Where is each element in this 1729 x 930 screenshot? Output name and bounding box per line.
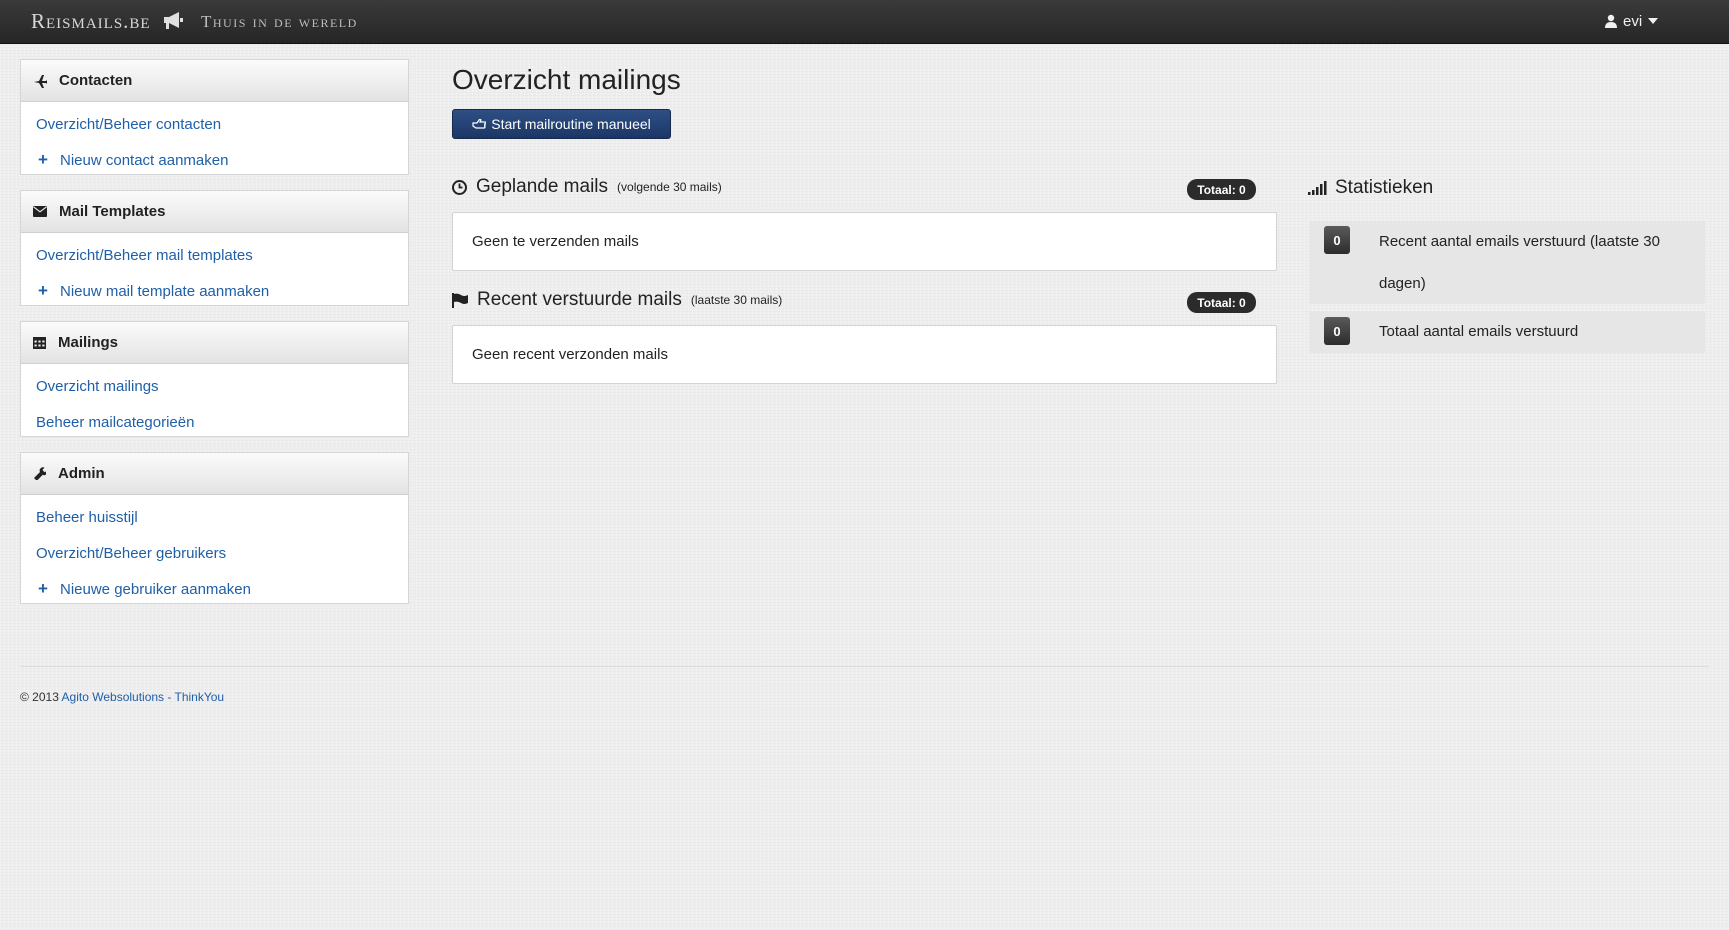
calendar-icon (33, 337, 46, 349)
section-title-text: Recent verstuurde mails (477, 289, 682, 310)
caret-down-icon (1648, 18, 1659, 24)
sidebar-panel-contacten: Contacten Overzicht/Beheer contacten + N… (20, 59, 409, 175)
recent-total-badge: Totaal: 0 (1187, 292, 1256, 313)
link-beheer-huisstijl[interactable]: Beheer huisstijl (21, 499, 408, 535)
stat-row-recent: 0 Recent aantal emails verstuurd (laatst… (1309, 221, 1705, 304)
recent-mails-box: Geen recent verzonden mails (452, 325, 1277, 384)
section-subtitle: (volgende 30 mails) (617, 180, 722, 194)
sidebar-panel-admin: Admin Beheer huisstijl Overzicht/Beheer … (20, 452, 409, 604)
button-label: Start mailroutine manueel (491, 116, 651, 132)
section-title-text: Geplande mails (476, 176, 609, 197)
link-label: Nieuwe gebruiker aanmaken (60, 580, 251, 598)
page-title: Overzicht mailings (452, 64, 681, 95)
plane-icon (34, 74, 47, 88)
username: evi (1623, 12, 1643, 30)
link-overzicht-contacten[interactable]: Overzicht/Beheer contacten (21, 106, 408, 142)
panel-header: Mailings (21, 322, 408, 364)
panel-title: Contacten (59, 72, 133, 89)
link-beheer-mailcategorieen[interactable]: Beheer mailcategorieën (21, 404, 408, 440)
link-nieuw-contact[interactable]: + Nieuw contact aanmaken (21, 142, 408, 178)
stat-value: 0 (1324, 226, 1350, 254)
hand-point-right-icon (472, 118, 487, 129)
panel-title: Mailings (58, 334, 119, 351)
clock-icon (452, 179, 467, 195)
planned-mails-heading: Geplande mails (volgende 30 mails) (452, 176, 722, 198)
empty-message: Geen te verzenden mails (472, 233, 639, 250)
stat-row-total: 0 Totaal aantal emails verstuurd (1309, 311, 1705, 353)
footer-copyright: © 2013 (20, 690, 59, 704)
planned-total-badge: Totaal: 0 (1187, 179, 1256, 200)
plus-icon: + (38, 281, 48, 300)
top-navbar: Reismails.be Thuis in de wereld evi (0, 0, 1729, 44)
link-overzicht-mailings[interactable]: Overzicht mailings (21, 368, 408, 404)
planned-mails-box: Geen te verzenden mails (452, 212, 1277, 271)
plus-icon: + (38, 150, 48, 169)
link-overzicht-gebruikers[interactable]: Overzicht/Beheer gebruikers (21, 535, 408, 571)
panel-title: Admin (58, 465, 105, 482)
megaphone-icon (164, 12, 183, 29)
footer-divider (20, 666, 1709, 667)
tagline: Thuis in de wereld (201, 12, 358, 31)
brand-logo[interactable]: Reismails.be (31, 9, 151, 34)
envelope-icon (33, 206, 47, 217)
link-nieuwe-gebruiker[interactable]: + Nieuwe gebruiker aanmaken (21, 571, 408, 607)
flag-icon (452, 292, 468, 308)
panel-header: Mail Templates (21, 191, 408, 233)
statistics-heading: Statistieken (1308, 177, 1433, 199)
panel-header: Contacten (21, 60, 408, 102)
stat-value: 0 (1324, 317, 1350, 345)
panel-title: Mail Templates (59, 203, 166, 220)
statistics-title-text: Statistieken (1335, 177, 1434, 198)
signal-bars-icon (1308, 181, 1327, 195)
footer-link[interactable]: Agito Websolutions - ThinkYou (62, 690, 225, 704)
link-label: Nieuw contact aanmaken (60, 151, 229, 169)
start-mailroutine-button[interactable]: Start mailroutine manueel (452, 109, 671, 139)
user-menu-dropdown[interactable]: evi (1605, 10, 1659, 32)
stat-label: Recent aantal emails verstuurd (laatste … (1379, 233, 1660, 292)
sidebar-panel-mailings: Mailings Overzicht mailings Beheer mailc… (20, 321, 409, 437)
section-subtitle: (laatste 30 mails) (690, 293, 783, 307)
sidebar-panel-templates: Mail Templates Overzicht/Beheer mail tem… (20, 190, 409, 306)
link-overzicht-templates[interactable]: Overzicht/Beheer mail templates (21, 237, 408, 273)
user-icon (1605, 14, 1617, 28)
link-label: Nieuw mail template aanmaken (60, 282, 270, 300)
empty-message: Geen recent verzonden mails (472, 346, 668, 363)
footer: © 2013 Agito Websolutions - ThinkYou (20, 690, 224, 704)
link-nieuw-template[interactable]: + Nieuw mail template aanmaken (21, 273, 408, 309)
plus-icon: + (38, 579, 48, 598)
wrench-icon (34, 467, 46, 480)
panel-header: Admin (21, 453, 408, 495)
recent-mails-heading: Recent verstuurde mails (laatste 30 mail… (452, 289, 782, 311)
stat-label: Totaal aantal emails verstuurd (1379, 323, 1579, 340)
